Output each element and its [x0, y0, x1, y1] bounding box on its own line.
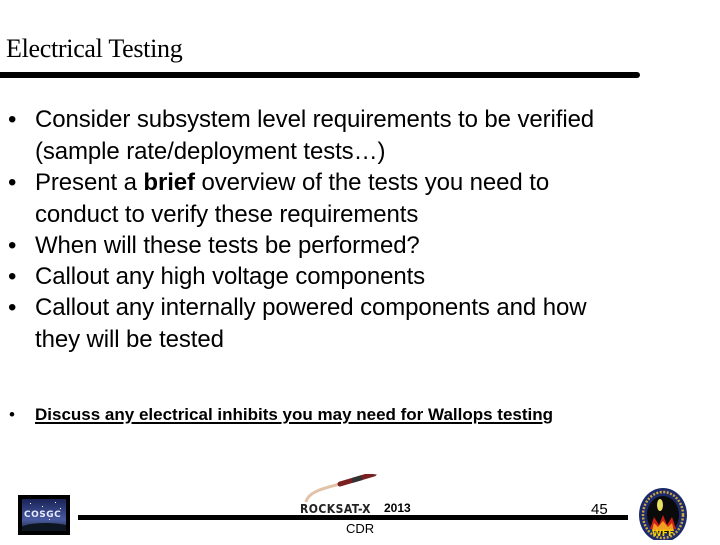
bullet-icon: •	[9, 405, 15, 424]
rocksat-logo: ROCKSAT-X 2013	[296, 471, 414, 524]
slide-title: Electrical Testing	[6, 34, 183, 63]
star-icon	[30, 503, 31, 504]
year-label: 2013	[384, 501, 411, 515]
title-underline-divider	[0, 72, 640, 78]
bullet-icon: •	[8, 169, 17, 196]
star-icon	[42, 506, 43, 507]
star-icon	[60, 508, 61, 509]
wff-logo-text: WFF	[652, 529, 674, 539]
cosgc-logo: COSGC	[18, 495, 70, 535]
bullet-item: • Consider subsystem level requirements …	[0, 104, 720, 168]
cosgc-logo-text: COSGC	[24, 510, 62, 520]
bullet-text-continued: (sample rate/deployment tests…)	[35, 138, 386, 165]
star-icon	[55, 502, 56, 503]
rocket-icon	[304, 471, 381, 503]
wff-logo: WFF	[638, 485, 688, 542]
page-number: 45	[591, 501, 608, 518]
bullet-text-bold: brief	[143, 169, 195, 196]
bullet-text: overview of the tests you need to	[194, 169, 550, 196]
bullet-text: Callout any high voltage components	[35, 263, 426, 290]
bullet-text: When will these tests be performed?	[35, 232, 420, 259]
wff-emblem-icon: WFF	[639, 488, 687, 542]
mountain-silhouette	[22, 523, 66, 531]
bullet-icon: •	[8, 106, 17, 133]
bullet-text-continued: conduct to verify these requirements	[35, 201, 419, 228]
bullet-icon: •	[8, 263, 17, 290]
bullet-item: • Callout any internally powered compone…	[0, 292, 720, 356]
bullet-text: Callout any internally powered component…	[35, 294, 587, 321]
underlined-bullet-text: Discuss any electrical inhibits you may …	[35, 405, 554, 424]
cosgc-logo-image: COSGC	[22, 499, 66, 531]
bullet-text-continued: they will be tested	[35, 326, 224, 353]
bullet-item: • Present a brief overview of the tests …	[0, 167, 720, 231]
underlined-bullet-item: • Discuss any electrical inhibits you ma…	[0, 403, 553, 427]
rocksat-logo-text: ROCKSAT-X	[300, 502, 371, 516]
review-label: CDR	[346, 521, 375, 536]
bullet-icon: •	[8, 232, 17, 259]
bullet-text: Consider subsystem level requirements to…	[35, 106, 595, 133]
bullet-item: • When will these tests be performed?	[0, 230, 720, 262]
bullet-icon: •	[8, 294, 17, 321]
bullet-text: Present a	[35, 169, 144, 196]
bullet-list: • Consider subsystem level requirements …	[0, 104, 720, 355]
bullet-item: • Callout any high voltage components	[0, 261, 720, 293]
